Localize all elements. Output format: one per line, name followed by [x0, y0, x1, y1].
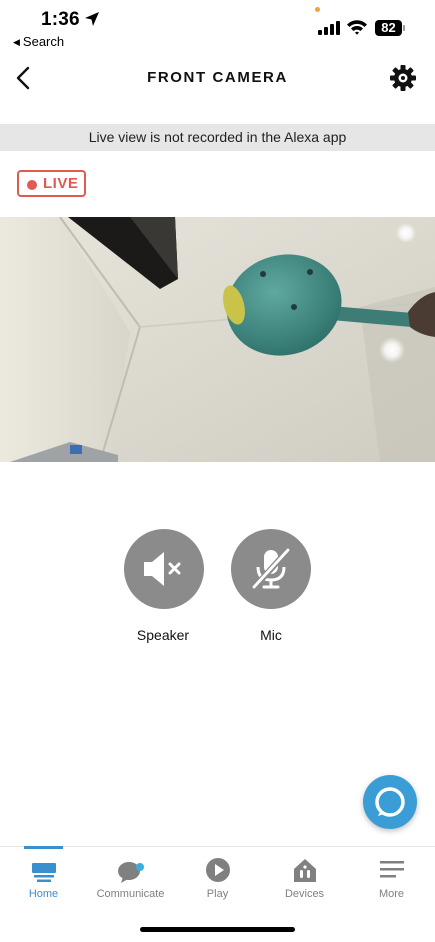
devices-icon	[294, 859, 316, 882]
tab-label-devices: Devices	[284, 888, 325, 900]
cellular-signal-icon	[318, 21, 340, 35]
speaker-toggle-button[interactable]	[124, 529, 204, 609]
back-triangle-icon: ◀	[13, 37, 20, 47]
back-search-label: Search	[22, 34, 65, 49]
privacy-indicator-dot	[315, 7, 320, 12]
speaker-muted-icon	[144, 552, 181, 586]
nav-bar: FRONT CAMERA	[0, 56, 435, 100]
live-label: LIVE	[43, 175, 79, 192]
home-indicator[interactable]	[140, 927, 295, 932]
live-badge: LIVE	[17, 170, 86, 197]
wifi-icon	[347, 20, 367, 35]
bottom-tab-bar: Home Communicate Play Devices More	[0, 846, 435, 908]
status-bar: 1:36 ◀ Search 82	[0, 0, 435, 52]
tab-label-communicate: Communicate	[96, 888, 165, 900]
camera-frame-image	[0, 217, 435, 462]
camera-live-view[interactable]	[0, 217, 435, 462]
location-arrow-icon	[85, 12, 99, 26]
play-icon	[206, 858, 230, 882]
mic-label: Mic	[260, 627, 282, 643]
chat-bubble-icon	[118, 862, 144, 883]
battery-level: 82	[375, 20, 402, 36]
back-to-search-link[interactable]: ◀ Search	[13, 34, 64, 49]
mic-muted-icon	[250, 546, 292, 592]
live-dot-icon	[27, 180, 37, 190]
tab-home[interactable]: Home	[0, 846, 87, 909]
battery-cap	[403, 25, 405, 31]
menu-icon	[380, 861, 404, 878]
battery-indicator: 82	[375, 20, 405, 36]
tab-devices[interactable]: Devices	[261, 847, 348, 909]
tab-label-play: Play	[206, 888, 229, 900]
active-tab-indicator	[24, 846, 63, 849]
tab-label-home: Home	[28, 888, 59, 900]
mic-toggle-button[interactable]	[231, 529, 311, 609]
tab-label-more: More	[378, 888, 405, 900]
status-time: 1:36	[41, 9, 80, 30]
tab-play[interactable]: Play	[174, 847, 261, 909]
tab-more[interactable]: More	[348, 847, 435, 909]
home-icon	[32, 863, 56, 882]
tab-communicate[interactable]: Communicate	[87, 847, 174, 909]
alexa-voice-button[interactable]	[363, 775, 417, 829]
speaker-label: Speaker	[136, 627, 190, 643]
live-view-notice-banner: Live view is not recorded in the Alexa a…	[0, 124, 435, 151]
alexa-ring-icon	[375, 787, 405, 817]
gear-icon[interactable]	[389, 64, 417, 92]
page-title: FRONT CAMERA	[147, 69, 288, 86]
